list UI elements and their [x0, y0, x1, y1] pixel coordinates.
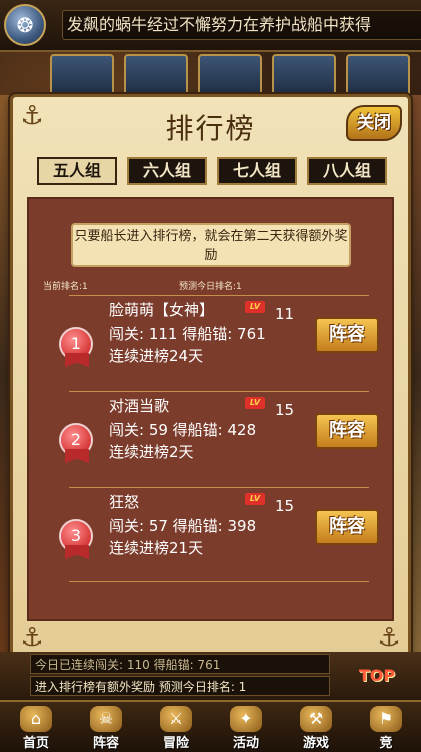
item-slot-icon[interactable]	[50, 54, 114, 98]
arena-icon: ⚑	[370, 706, 402, 732]
level-badge-icon: LV	[245, 301, 265, 313]
divider	[69, 391, 369, 392]
player-streak: 连续进榜2天	[109, 443, 194, 461]
ranking-entry: 2 对酒当歌 LV 15 闯关: 59 得船锚: 428 连续进榜2天 阵容	[29, 391, 392, 487]
hud-stats-line: 今日已连续闯关: 110 得船锚: 761	[30, 654, 330, 674]
marquee-bar: ❂ 发飙的蜗牛经过不懈努力在养护战船中获得	[0, 0, 421, 52]
player-stats: 闯关: 59 得船锚: 428	[109, 421, 257, 439]
player-level: 11	[275, 305, 295, 323]
medal-ribbon	[65, 545, 89, 559]
tab-eight-group[interactable]: 八人组	[307, 157, 387, 185]
tab-six-group[interactable]: 六人组	[127, 157, 207, 185]
level-badge-icon: LV	[245, 397, 265, 409]
medal-ribbon	[65, 449, 89, 463]
tab-five-group[interactable]: 五人组	[37, 157, 117, 185]
nav-label: 活动	[232, 736, 259, 751]
nav-label: 竞	[379, 736, 393, 751]
level-badge-icon: LV	[245, 493, 265, 505]
nav-label: 阵容	[92, 736, 119, 751]
nav-lineup[interactable]: ☠ 阵容	[76, 706, 136, 751]
close-button[interactable]: 关闭	[346, 105, 402, 141]
game-logo-icon[interactable]: ❂	[4, 4, 46, 46]
event-icon: ✦	[230, 706, 262, 732]
hud-rank-line: 进入排行榜有额外奖励 预测今日排名: 1	[30, 676, 330, 696]
player-name: 脸萌萌【女神】	[109, 301, 215, 319]
item-slot-icon[interactable]	[198, 54, 262, 98]
item-icon-row	[50, 54, 421, 98]
player-level: 15	[275, 497, 295, 515]
reward-notice: 只要船长进入排行榜，就会在第二天获得额外奖励	[71, 223, 351, 267]
group-tabs: 五人组 六人组 七人组 八人组	[37, 157, 393, 185]
top-ranking-icon[interactable]: TOP	[352, 660, 402, 692]
player-stats: 闯关: 111 得船锚: 761	[109, 325, 266, 343]
game-icon: ⚒	[300, 706, 332, 732]
nav-event[interactable]: ✦ 活动	[216, 706, 276, 751]
lineup-button[interactable]: 阵容	[315, 317, 379, 353]
adventure-icon: ⚔	[160, 706, 192, 732]
nav-arena[interactable]: ⚑ 竞	[356, 706, 416, 751]
predicted-rank: 预测今日排名:1	[179, 282, 242, 292]
lineup-icon: ☠	[90, 706, 122, 732]
ranking-entry: 3 狂怒 LV 15 闯关: 57 得船锚: 398 连续进榜21天 阵容	[29, 487, 392, 583]
corner-ornament-icon: ⚓	[377, 623, 401, 653]
item-slot-icon[interactable]	[124, 54, 188, 98]
nav-label: 游戏	[302, 736, 329, 751]
marquee-text: 发飙的蜗牛经过不懈努力在养护战船中获得	[62, 10, 421, 40]
current-rank: 当前排名:1	[43, 282, 88, 292]
item-slot-icon[interactable]	[272, 54, 336, 98]
player-streak: 连续进榜24天	[109, 347, 204, 365]
corner-ornament-icon: ⚓	[20, 623, 44, 653]
divider	[69, 487, 369, 488]
home-icon: ⌂	[20, 706, 52, 732]
lineup-button[interactable]: 阵容	[315, 509, 379, 545]
lineup-button[interactable]: 阵容	[315, 413, 379, 449]
nav-adventure[interactable]: ⚔ 冒险	[146, 706, 206, 751]
player-level: 15	[275, 401, 295, 419]
leaderboard-dialog: ⚓ ⚓ ⚓ 排行榜 关闭 五人组 六人组 七人组 八人组 只要船长进入排行榜，就…	[10, 94, 411, 660]
nav-label: 首页	[22, 736, 49, 751]
nav-game[interactable]: ⚒ 游戏	[286, 706, 346, 751]
player-name: 对酒当歌	[109, 397, 170, 415]
player-streak: 连续进榜21天	[109, 539, 204, 557]
divider	[69, 581, 369, 582]
nav-label: 冒险	[162, 736, 189, 751]
ranking-entry: 1 脸萌萌【女神】 LV 11 闯关: 111 得船锚: 761 连续进榜24天…	[29, 295, 392, 391]
ranking-panel: 只要船长进入排行榜，就会在第二天获得额外奖励 当前排名:1 预测今日排名:1 1…	[27, 197, 394, 621]
bottom-navigation: ⌂ 首页 ☠ 阵容 ⚔ 冒险 ✦ 活动 ⚒ 游戏 ⚑ 竞	[0, 700, 421, 752]
player-stats: 闯关: 57 得船锚: 398	[109, 517, 257, 535]
divider	[69, 295, 369, 296]
medal-ribbon	[65, 353, 89, 367]
nav-home[interactable]: ⌂ 首页	[6, 706, 66, 751]
item-slot-icon[interactable]	[346, 54, 410, 98]
player-name: 狂怒	[109, 493, 140, 511]
tab-seven-group[interactable]: 七人组	[217, 157, 297, 185]
